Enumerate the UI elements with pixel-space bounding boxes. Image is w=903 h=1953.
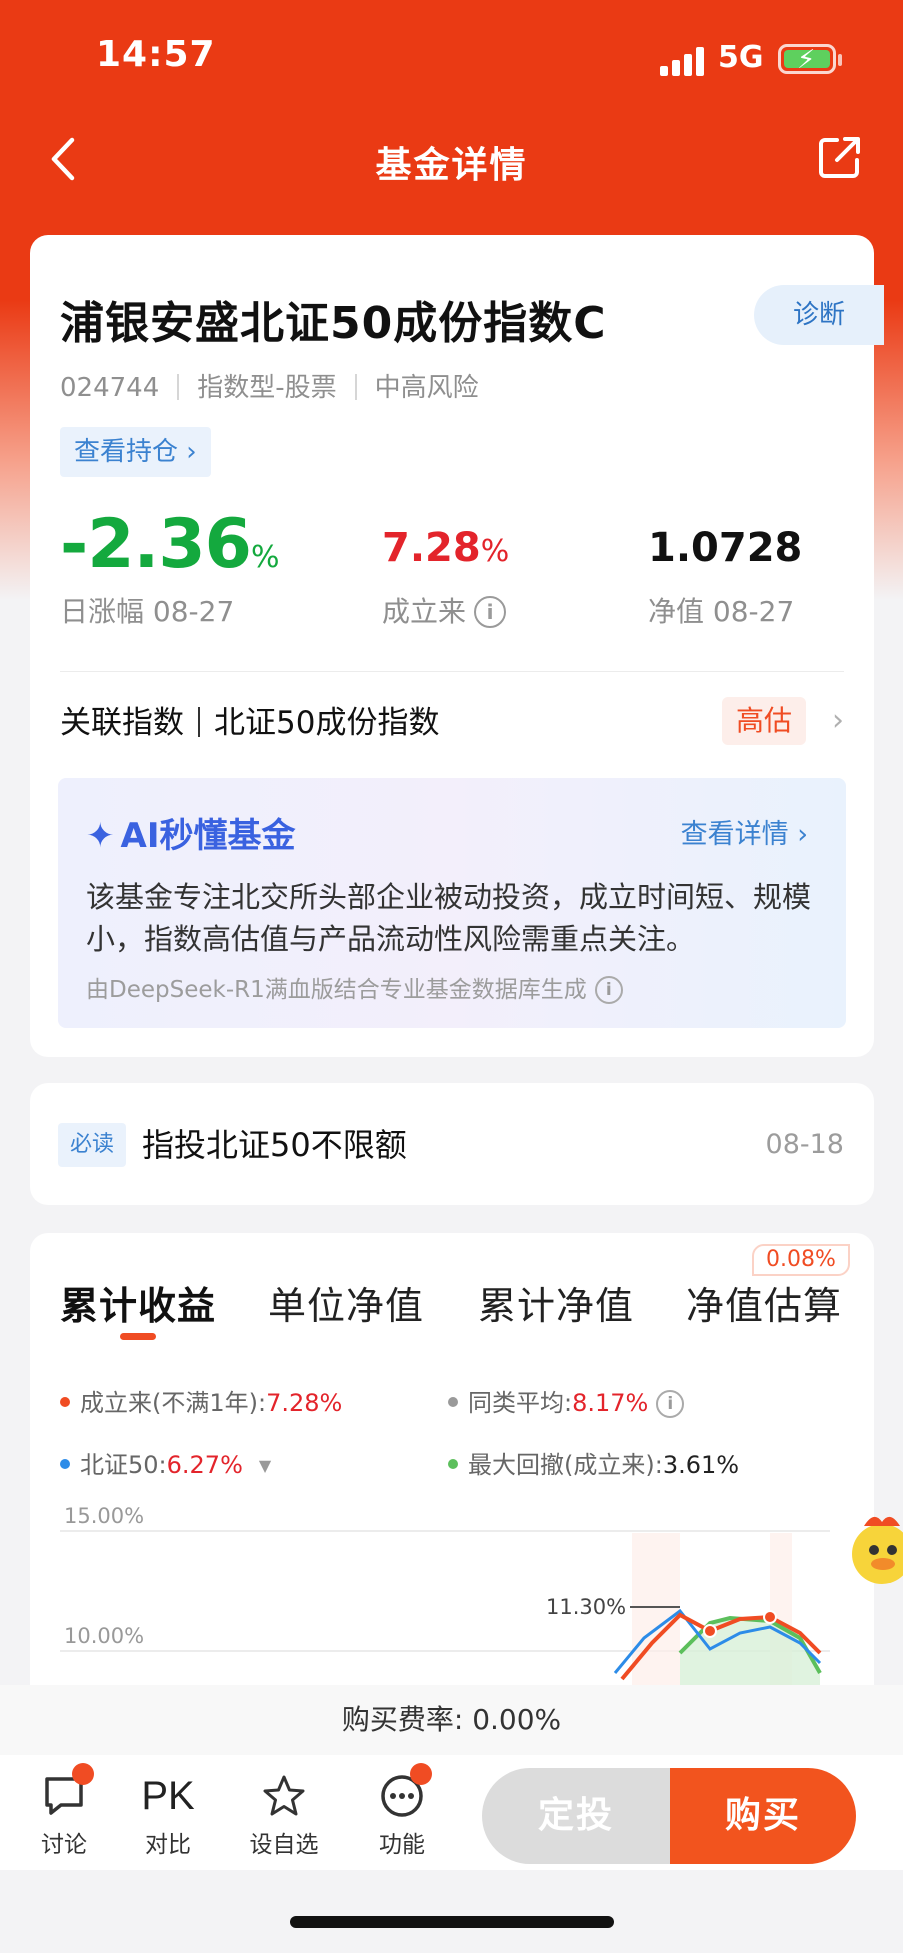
home-indicator[interactable] bbox=[290, 1916, 614, 1928]
info-icon[interactable]: i bbox=[656, 1390, 685, 1418]
star-icon bbox=[263, 1775, 305, 1816]
daily-change-label: 日涨幅 08-27 bbox=[60, 595, 235, 628]
chevron-right-icon[interactable]: › bbox=[832, 703, 844, 738]
page-title: 基金详情 bbox=[375, 145, 528, 186]
compare-label: 对比 bbox=[145, 1832, 191, 1858]
fee-value: 0.00% bbox=[472, 1703, 562, 1736]
fund-meta: 024744 指数型-股票 中高风险 bbox=[60, 367, 479, 404]
legend-fund: 成立来(不满1年):7.28% bbox=[60, 1383, 342, 1418]
fund-overview-card: 浦银安盛北证50成份指数C 诊断 024744 指数型-股票 中高风险 查看持仓 ›… bbox=[30, 235, 884, 1057]
sparkle-icon: ✦ bbox=[86, 816, 115, 856]
watchlist-label: 设自选 bbox=[249, 1832, 319, 1858]
functions-label: 功能 bbox=[379, 1832, 425, 1858]
divider bbox=[60, 671, 844, 672]
diagnose-button[interactable]: 诊断 bbox=[754, 285, 884, 345]
home-area bbox=[0, 1870, 903, 1953]
signal-icon bbox=[660, 46, 706, 76]
tab-cumulative-return[interactable]: 累计收益 bbox=[60, 1275, 216, 1330]
estimate-badge: 0.08% bbox=[752, 1244, 850, 1276]
notice-title: 指投北证50不限额 bbox=[142, 1126, 407, 1164]
compare-button[interactable]: PK 对比 bbox=[128, 1773, 208, 1859]
purchase-fee-bar: 购买费率: 0.00% bbox=[0, 1685, 903, 1755]
legend-peer-value: 8.17% bbox=[572, 1389, 649, 1417]
notice-date: 08-18 bbox=[765, 1129, 844, 1160]
status-time: 14:57 bbox=[96, 34, 216, 75]
legend-index-value: 6.27% bbox=[166, 1451, 243, 1479]
data-point bbox=[763, 1610, 777, 1624]
legend-index-label: 北证50: bbox=[80, 1451, 167, 1479]
battery-tip bbox=[838, 54, 842, 66]
ai-summary-box: ✦ AI秒懂基金 查看详情 › 该基金专注北交所头部企业被动投资，成立时间短、规模… bbox=[58, 778, 846, 1028]
nav-stat: 1.0728 bbox=[648, 525, 802, 571]
chart-tabs: 累计收益 单位净值 累计净值 净值估算 bbox=[30, 1275, 874, 1355]
must-read-tag: 必读 bbox=[58, 1123, 126, 1167]
since-inception-stat: 7.28% bbox=[382, 525, 509, 571]
pk-icon: PK bbox=[141, 1774, 195, 1818]
related-index-row[interactable]: 关联指数 北证50成份指数 bbox=[60, 697, 439, 742]
auto-invest-button[interactable]: 定投 bbox=[482, 1768, 670, 1864]
ai-source-text: 由DeepSeek-R1满血版结合专业基金数据库生成 bbox=[86, 977, 587, 1003]
fund-name: 浦银安盛北证50成份指数C bbox=[60, 298, 607, 349]
ai-title-row: ✦ AI秒懂基金 bbox=[86, 808, 295, 857]
nav-label: 净值 08-27 bbox=[648, 595, 795, 628]
tab-nav-estimate[interactable]: 净值估算 bbox=[686, 1275, 842, 1330]
action-buttons: 定投 购买 bbox=[482, 1768, 856, 1864]
share-icon[interactable] bbox=[817, 134, 863, 180]
functions-button[interactable]: 功能 bbox=[362, 1773, 442, 1859]
view-holdings-button[interactable]: 查看持仓 › bbox=[60, 427, 211, 477]
since-inception-value: 7.28 bbox=[382, 525, 481, 571]
fund-code: 024744 bbox=[60, 373, 160, 403]
bottom-action-bar: 讨论 PK 对比 设自选 功能 定投 购买 bbox=[0, 1755, 903, 1870]
fund-risk: 中高风险 bbox=[374, 373, 479, 403]
status-bar: 14:57 5G ⚡ bbox=[0, 0, 903, 110]
related-index-name: 北证50成份指数 bbox=[214, 705, 440, 741]
notification-dot bbox=[72, 1763, 94, 1785]
notification-dot bbox=[410, 1763, 432, 1785]
ai-view-details-link[interactable]: 查看详情 › bbox=[681, 812, 808, 851]
daily-change-stat: -2.36% bbox=[60, 505, 280, 584]
legend-index[interactable]: 北证50:6.27% ▼ bbox=[60, 1445, 271, 1480]
since-inception-label: 成立来 bbox=[382, 595, 467, 628]
legend-drawdown: 最大回撤(成立来):3.61% bbox=[448, 1445, 739, 1480]
data-point bbox=[703, 1624, 717, 1638]
nav-value: 1.0728 bbox=[648, 525, 803, 571]
tab-cumulative-nav[interactable]: 累计净值 bbox=[478, 1275, 634, 1330]
legend-fund-value: 7.28% bbox=[266, 1389, 343, 1417]
chart-annotation: 11.30% bbox=[546, 1595, 626, 1619]
network-type: 5G bbox=[718, 40, 764, 75]
legend-peer-label: 同类平均: bbox=[468, 1389, 573, 1417]
mascot-icon[interactable] bbox=[846, 1508, 903, 1588]
add-watchlist-button[interactable]: 设自选 bbox=[244, 1773, 324, 1859]
nav-bar: 基金详情 bbox=[0, 120, 903, 200]
y-tick-label: 15.00% bbox=[64, 1504, 144, 1528]
ai-summary-text: 该基金专注北交所头部企业被动投资，成立时间短、规模小，指数高估值与产品流动性风险… bbox=[86, 880, 812, 956]
active-tab-indicator bbox=[120, 1333, 156, 1340]
since-inception-label-row: 成立来 i bbox=[382, 590, 507, 630]
info-icon[interactable]: i bbox=[594, 976, 623, 1004]
legend-drawdown-label: 最大回撤(成立来): bbox=[468, 1451, 663, 1479]
buy-button[interactable]: 购买 bbox=[670, 1768, 856, 1864]
legend-peer: 同类平均:8.17% i bbox=[448, 1383, 685, 1418]
daily-change-value: -2.36 bbox=[60, 505, 252, 584]
performance-card: 累计收益 单位净值 累计净值 净值估算 0.08% 成立来(不满1年):7.28… bbox=[30, 1233, 874, 1753]
discuss-label: 讨论 bbox=[41, 1832, 87, 1858]
legend-drawdown-value: 3.61% bbox=[662, 1451, 740, 1479]
valuation-badge: 高估 bbox=[722, 697, 806, 745]
info-icon[interactable]: i bbox=[474, 596, 507, 628]
related-index-label: 关联指数 bbox=[60, 705, 184, 741]
discuss-button[interactable]: 讨论 bbox=[24, 1773, 104, 1859]
since-inception-unit: % bbox=[480, 534, 510, 569]
caret-down-icon[interactable]: ▼ bbox=[259, 1456, 271, 1475]
fund-type: 指数型-股票 bbox=[197, 373, 337, 403]
fee-label: 购买费率: bbox=[341, 1703, 464, 1736]
tab-unit-nav[interactable]: 单位净值 bbox=[268, 1275, 424, 1330]
ai-source-row: 由DeepSeek-R1满血版结合专业基金数据库生成 i bbox=[86, 970, 623, 1004]
battery-icon: ⚡ bbox=[778, 44, 836, 75]
y-tick-label: 10.00% bbox=[64, 1624, 144, 1648]
ai-title: AI秒懂基金 bbox=[120, 816, 296, 856]
notice-card[interactable]: 必读 指投北证50不限额 08-18 bbox=[30, 1083, 874, 1205]
legend-fund-label: 成立来(不满1年): bbox=[80, 1389, 267, 1417]
daily-change-unit: % bbox=[251, 540, 280, 575]
